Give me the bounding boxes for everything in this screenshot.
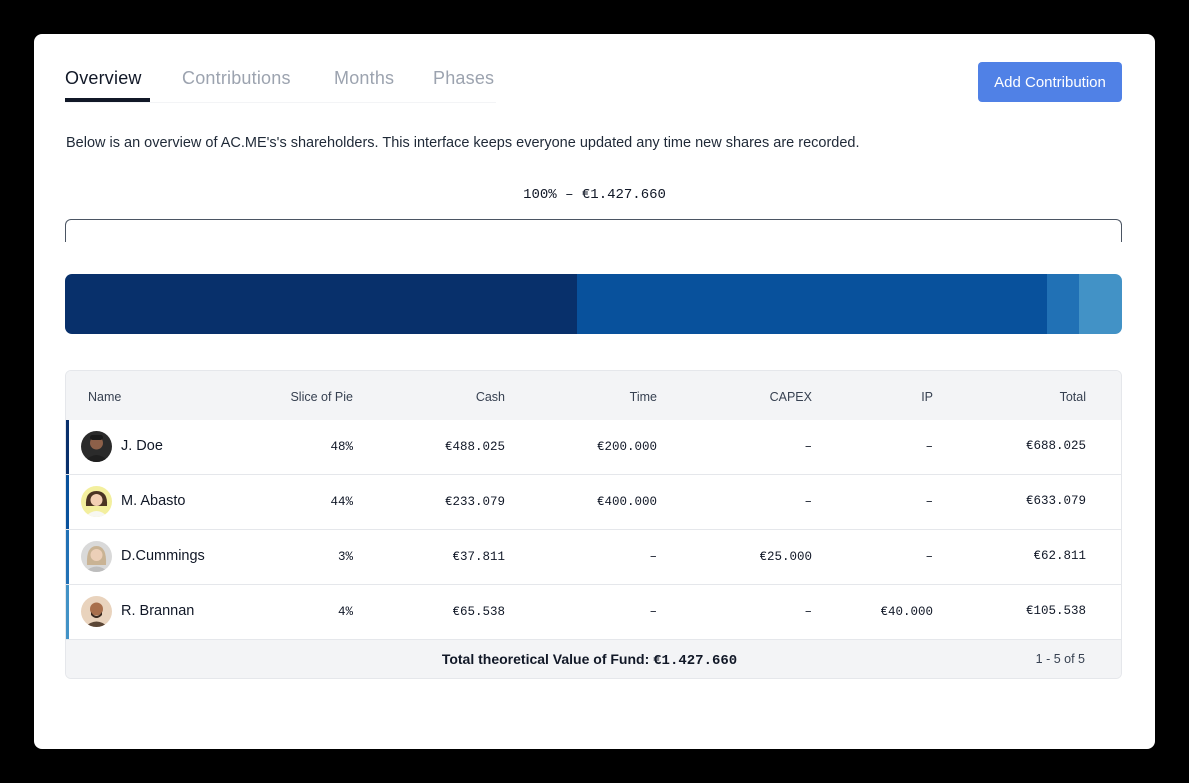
shareholder-name: R. Brannan [121, 603, 195, 619]
slice-of-pie: 48% [330, 440, 353, 454]
slice-of-pie: 44% [330, 495, 353, 509]
column-header-capex[interactable]: CAPEX [770, 390, 812, 404]
avatar [81, 431, 112, 462]
ip-value: – [925, 550, 933, 564]
tab-months[interactable]: Months [334, 68, 394, 89]
avatar [81, 541, 112, 572]
bar-segment-d-cummings [1047, 274, 1080, 334]
cash-value: €37.811 [452, 550, 505, 564]
total-value: €633.079 [1025, 494, 1086, 508]
column-header-total[interactable]: Total [1060, 390, 1086, 404]
total-value-label: 100% – €1.427.660 [523, 187, 666, 203]
ip-value: – [925, 495, 933, 509]
slice-of-pie: 4% [337, 605, 353, 619]
active-tab-indicator [65, 98, 150, 102]
capex-value: – [804, 440, 812, 454]
bar-segment-r-brannan [1079, 274, 1122, 334]
bar-segment-j-doe [65, 274, 578, 334]
ip-value: €40.000 [880, 605, 933, 619]
table-row[interactable]: D.Cummings 3% €37.811 – €25.000 – €62.81… [66, 530, 1121, 585]
shareholder-name: J. Doe [121, 438, 163, 454]
column-header-time[interactable]: Time [630, 390, 657, 404]
row-color-marker [66, 420, 69, 474]
ownership-bar [65, 274, 1122, 334]
table-row[interactable]: R. Brannan 4% €65.538 – – €40.000 €105.5… [66, 585, 1121, 640]
column-header-cash[interactable]: Cash [476, 390, 505, 404]
table-header: Name Slice of Pie Cash Time CAPEX IP Tot… [66, 371, 1121, 421]
total-value: €62.811 [1033, 549, 1086, 563]
cash-value: €488.025 [444, 440, 505, 454]
table-row[interactable]: J. Doe 48% €488.025 €200.000 – – €688.02… [66, 420, 1121, 475]
overview-card: Overview Contributions Months Phases Add… [34, 34, 1155, 749]
capex-value: – [804, 495, 812, 509]
shareholder-name: D.Cummings [121, 548, 205, 564]
tab-overview[interactable]: Overview [65, 68, 142, 89]
time-value: – [649, 605, 657, 619]
column-header-ip[interactable]: IP [921, 390, 933, 404]
tab-phases[interactable]: Phases [433, 68, 494, 89]
row-color-marker [66, 475, 69, 529]
intro-text: Below is an overview of AC.ME's's shareh… [66, 135, 860, 151]
bar-segment-m-abasto [577, 274, 1048, 334]
fund-total-label: Total theoretical Value of Fund: [441, 651, 650, 667]
time-value: €200.000 [596, 440, 657, 454]
shareholders-table: Name Slice of Pie Cash Time CAPEX IP Tot… [65, 370, 1122, 679]
ip-value: – [925, 440, 933, 454]
add-contribution-button[interactable]: Add Contribution [978, 62, 1122, 102]
table-row[interactable]: M. Abasto 44% €233.079 €400.000 – – €633… [66, 475, 1121, 530]
tab-bar: Overview Contributions Months Phases [65, 64, 496, 103]
column-header-name[interactable]: Name [88, 390, 121, 404]
column-header-slice[interactable]: Slice of Pie [290, 390, 353, 404]
cash-value: €65.538 [452, 605, 505, 619]
capex-value: €25.000 [759, 550, 812, 564]
time-value: €400.000 [596, 495, 657, 509]
time-value: – [649, 550, 657, 564]
avatar [81, 596, 112, 627]
tab-contributions[interactable]: Contributions [182, 68, 291, 89]
avatar [81, 486, 112, 517]
fund-total: Total theoretical Value of Fund: €1.427.… [66, 651, 1113, 669]
row-color-marker [66, 585, 69, 639]
total-value: €105.538 [1025, 604, 1086, 618]
total-bracket [65, 219, 1122, 242]
table-footer: Total theoretical Value of Fund: €1.427.… [66, 640, 1121, 678]
total-value: €688.025 [1025, 439, 1086, 453]
slice-of-pie: 3% [337, 550, 353, 564]
pagination-info: 1 - 5 of 5 [1035, 652, 1085, 666]
capex-value: – [804, 605, 812, 619]
row-color-marker [66, 530, 69, 584]
fund-total-value: €1.427.660 [653, 653, 738, 669]
shareholder-name: M. Abasto [121, 493, 186, 509]
cash-value: €233.079 [444, 495, 505, 509]
